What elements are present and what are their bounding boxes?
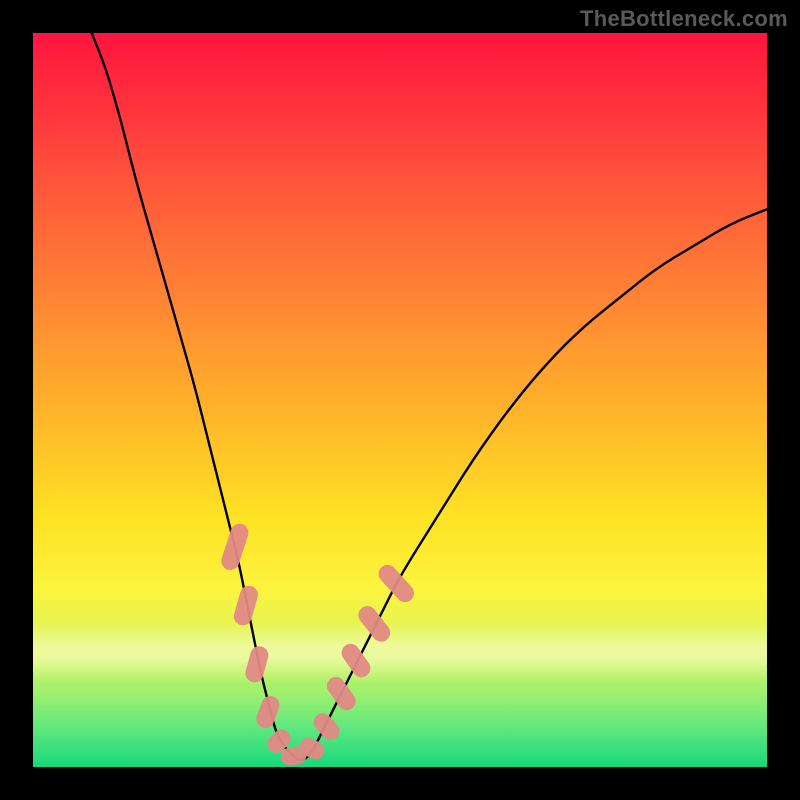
marker-capsule bbox=[338, 640, 374, 680]
plot-area bbox=[33, 33, 767, 767]
marker-capsule bbox=[232, 584, 260, 628]
chart-stage: TheBottleneck.com bbox=[0, 0, 800, 800]
marker-capsule bbox=[243, 644, 270, 684]
watermark-text: TheBottleneck.com bbox=[580, 6, 788, 32]
marker-capsule bbox=[355, 602, 394, 645]
marker-capsule bbox=[254, 693, 282, 730]
marker-capsule bbox=[323, 673, 359, 713]
marker-capsule bbox=[310, 710, 343, 744]
curve-markers bbox=[33, 33, 767, 767]
marker-capsule bbox=[375, 561, 418, 606]
marker-capsule bbox=[219, 521, 251, 572]
